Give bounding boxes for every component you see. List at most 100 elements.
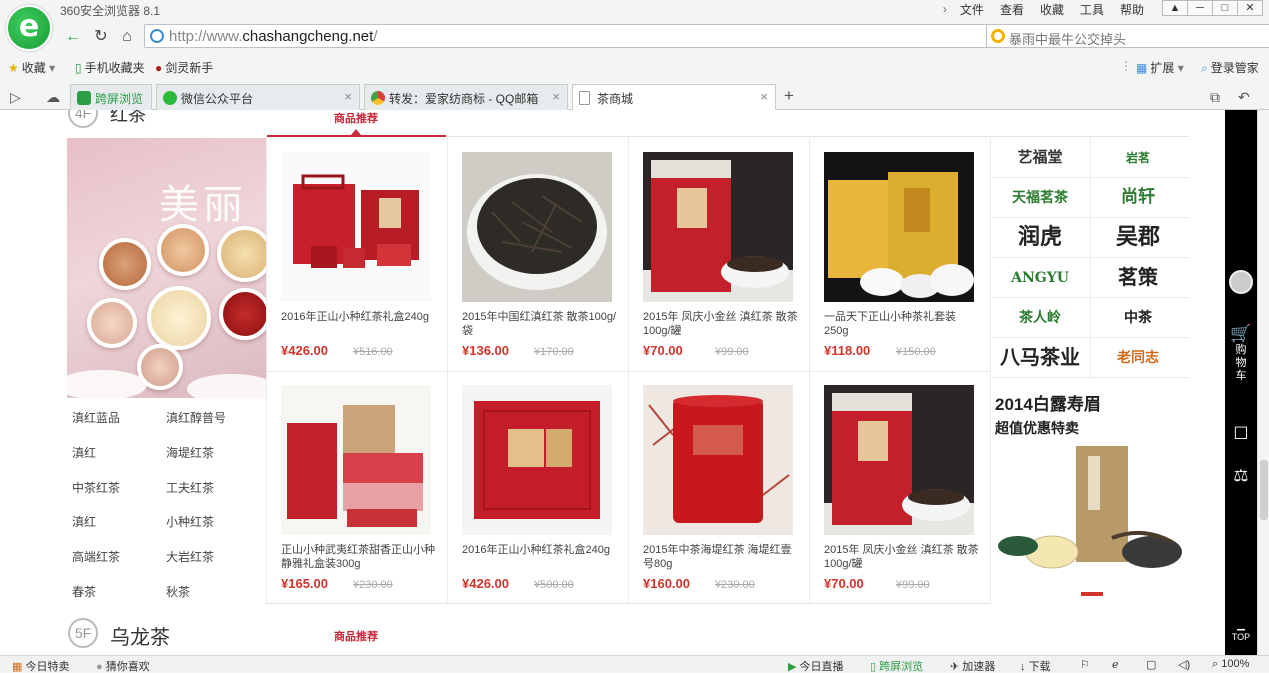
- zoom-control[interactable]: ⌕ 100%: [1212, 658, 1249, 671]
- product-card[interactable]: 2016年正山小种红茶礼盒240g ¥426.00 ¥516.00: [266, 138, 447, 371]
- search-engine-icon[interactable]: [991, 29, 1005, 43]
- product-card[interactable]: 2015年中茶海堤红茶 海堤红壹号80g ¥160.00 ¥230.00: [628, 371, 809, 604]
- address-bar[interactable]: http://www.chashangcheng.net/ ✿ ⚡ ⌄: [144, 24, 1040, 48]
- category-link[interactable]: 滇红: [72, 513, 96, 530]
- scrollbar[interactable]: [1257, 110, 1269, 655]
- menu-view[interactable]: 查看: [993, 1, 1031, 18]
- search-box[interactable]: 暴雨中最牛公交掉头 🔍: [986, 24, 1269, 48]
- minimize-icon[interactable]: ─: [1187, 0, 1213, 16]
- maximize-icon[interactable]: □: [1212, 0, 1238, 16]
- ie-icon[interactable]: ℯ: [1112, 658, 1119, 671]
- brand-logo[interactable]: 吴郡: [1093, 218, 1183, 256]
- home-icon[interactable]: ⌂: [116, 26, 138, 48]
- tab-recommended[interactable]: 商品推荐: [334, 110, 378, 126]
- close-icon[interactable]: ✕: [1237, 0, 1263, 16]
- product-image[interactable]: [643, 152, 793, 302]
- product-name[interactable]: 2015年 凤庆小金丝 滇红茶 散茶 100g/罐: [643, 310, 798, 338]
- product-image[interactable]: [462, 152, 612, 302]
- tab-close-icon[interactable]: ×: [344, 89, 352, 104]
- product-image[interactable]: [643, 385, 793, 535]
- tab-wechat[interactable]: 微信公众平台 ×: [156, 84, 360, 110]
- skin-icon[interactable]: ▲: [1162, 0, 1188, 16]
- tab-close-icon[interactable]: ×: [552, 89, 560, 104]
- category-link[interactable]: 中茶红茶: [72, 479, 120, 496]
- product-name[interactable]: 2015年中国红滇红茶 散茶100g/袋: [462, 310, 617, 338]
- menu-tools[interactable]: 工具: [1073, 1, 1111, 18]
- brand-logo[interactable]: 中茶: [1093, 298, 1183, 336]
- favorite-jianling[interactable]: ● 剑灵新手: [155, 59, 213, 76]
- product-card[interactable]: 2015年中国红滇红茶 散茶100g/袋 ¥136.00 ¥170.00: [447, 138, 628, 371]
- product-name[interactable]: 2015年 凤庆小金丝 滇红茶 散茶 100g/罐: [824, 543, 979, 571]
- product-image[interactable]: [824, 385, 974, 535]
- product-name[interactable]: 2016年正山小种红茶礼盒240g: [281, 310, 436, 324]
- favbar-more-icon[interactable]: ⋮: [1120, 59, 1132, 73]
- carousel-indicator[interactable]: [1081, 592, 1103, 596]
- compare-icon[interactable]: ⚖: [1225, 466, 1257, 486]
- product-name[interactable]: 2015年中茶海堤红茶 海堤红壹号80g: [643, 543, 798, 571]
- extensions-button[interactable]: ▦ 扩展 ▾: [1136, 59, 1184, 76]
- floor-title[interactable]: 红茶: [110, 110, 146, 127]
- tab-close-icon[interactable]: ×: [760, 89, 768, 104]
- tab-tea-mall[interactable]: 茶商城 ×: [572, 84, 776, 111]
- product-image[interactable]: [462, 385, 612, 535]
- product-card[interactable]: 2016年正山小种红茶礼盒240g ¥426.00 ¥500.00: [447, 371, 628, 604]
- cross-screen-button[interactable]: ▯ 跨屏浏览: [870, 658, 923, 674]
- scrollbar-thumb[interactable]: [1260, 460, 1268, 520]
- product-card[interactable]: 2015年 凤庆小金丝 滇红茶 散茶 100g/罐 ¥70.00 ¥99.00: [628, 138, 809, 371]
- category-link[interactable]: 工夫红茶: [166, 479, 214, 496]
- brand-logo[interactable]: 老同志: [1093, 338, 1183, 376]
- product-name[interactable]: 2016年正山小种红茶礼盒240g: [462, 543, 617, 557]
- brand-logo[interactable]: 茗策: [1093, 258, 1183, 296]
- today-deals[interactable]: ▦ 今日特卖: [12, 658, 69, 674]
- product-name[interactable]: 正山小种武夷红茶甜香正山小种静雅礼盒装300g: [281, 543, 436, 571]
- category-link[interactable]: 大岩红茶: [166, 548, 214, 565]
- product-image[interactable]: [281, 385, 431, 535]
- cloud-icon[interactable]: ☁: [46, 89, 60, 106]
- floor-title[interactable]: 乌龙茶: [110, 621, 170, 650]
- brand-logo[interactable]: 天福茗茶: [995, 178, 1085, 216]
- category-link[interactable]: 滇红: [72, 444, 96, 461]
- brand-logo[interactable]: 尚轩: [1093, 178, 1183, 216]
- brand-logo[interactable]: 茶人岭: [995, 298, 1085, 336]
- login-button[interactable]: ⌕ 登录管家: [1201, 59, 1259, 76]
- guess-you-like[interactable]: ● 猜你喜欢: [96, 658, 150, 674]
- category-link[interactable]: 春茶: [72, 583, 96, 600]
- tab-qqmail[interactable]: 转发：爱家纺商标 - QQ邮箱 ×: [364, 84, 568, 110]
- brand-logo[interactable]: 八马茶业: [995, 338, 1085, 376]
- live-button[interactable]: ▶ 今日直播: [788, 658, 844, 674]
- product-name[interactable]: 一品天下正山小种茶礼套装250g: [824, 310, 979, 338]
- category-banner[interactable]: 美丽: [67, 138, 266, 398]
- category-link[interactable]: 滇红蓝品: [72, 409, 120, 426]
- message-icon[interactable]: ☐: [1225, 424, 1257, 444]
- product-image[interactable]: [824, 152, 974, 302]
- tab-recommended[interactable]: 商品推荐: [334, 628, 378, 644]
- browser-logo[interactable]: e: [6, 5, 52, 51]
- product-card[interactable]: 2015年 凤庆小金丝 滇红茶 散茶 100g/罐 ¥70.00 ¥99.00: [809, 371, 990, 604]
- category-link[interactable]: 高端红茶: [72, 548, 120, 565]
- volume-icon[interactable]: ◁): [1178, 658, 1190, 671]
- refresh-icon[interactable]: ↻: [90, 26, 112, 48]
- avatar[interactable]: [1225, 270, 1257, 297]
- cart-button[interactable]: 🛒 购物车: [1225, 324, 1257, 383]
- back-icon[interactable]: ←: [62, 26, 84, 48]
- menu-favorites[interactable]: 收藏: [1033, 1, 1071, 18]
- search-input[interactable]: 暴雨中最牛公交掉头: [1009, 29, 1126, 48]
- category-link[interactable]: 滇红醇普号: [166, 409, 226, 426]
- menu-file[interactable]: 文件: [953, 1, 991, 18]
- favorites-menu[interactable]: ★ 收藏 ▾: [8, 59, 55, 76]
- nav-arrow-icon[interactable]: ›: [939, 2, 951, 16]
- brand-logo[interactable]: 岩茗: [1093, 138, 1183, 176]
- undo-close-icon[interactable]: ↶: [1238, 89, 1250, 106]
- accelerator-button[interactable]: ✈ 加速器: [950, 658, 995, 674]
- tab-cross-screen[interactable]: 跨屏浏览: [70, 84, 152, 110]
- tab-list-icon[interactable]: ⧉: [1210, 89, 1220, 106]
- category-link[interactable]: 小种红茶: [166, 513, 214, 530]
- window-icon[interactable]: ▢: [1146, 658, 1156, 671]
- brand-logo[interactable]: 艺福堂: [995, 138, 1085, 176]
- download-button[interactable]: ↓ 下载: [1020, 658, 1051, 674]
- category-link[interactable]: 海堤红茶: [166, 444, 214, 461]
- promo-banner[interactable]: 2014白露寿眉 超值优惠特卖: [992, 382, 1189, 604]
- flag-icon[interactable]: ⚐: [1080, 658, 1090, 671]
- brand-logo[interactable]: ANGYU: [995, 258, 1085, 296]
- mobile-favorites[interactable]: ▯ 手机收藏夹: [75, 59, 145, 76]
